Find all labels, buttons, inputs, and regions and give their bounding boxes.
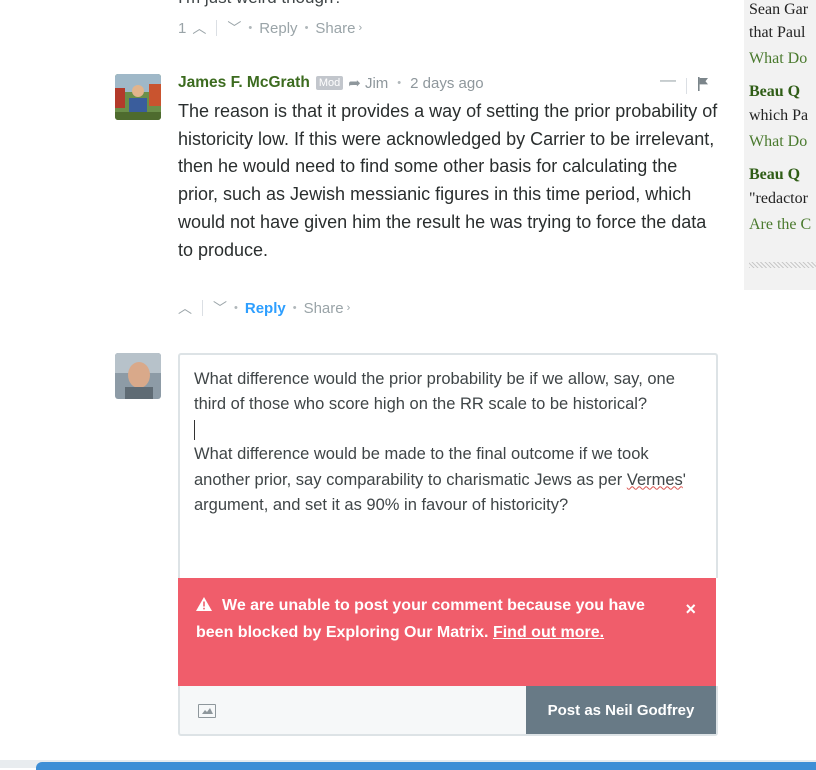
avatar-current-user [115,353,161,399]
sidebar-author[interactable]: Beau Q [749,166,800,184]
close-icon[interactable]: × [685,596,696,623]
avatar-james[interactable] [115,74,161,120]
find-out-more-link[interactable]: Find out more. [493,624,604,641]
sidebar-link[interactable]: What Do [749,133,807,151]
flag-icon[interactable] [697,77,709,91]
header-divider [686,78,687,94]
upvote-icon[interactable]: ︿ [178,298,192,318]
comment-header: James F. McGrath Mod ➦ Jim • 2 days ago [178,74,484,92]
share-arrow-icon: › [346,302,351,314]
text-cursor [194,420,195,441]
previous-comment-text: I'm just weird though? [178,0,343,8]
misspelled-word: Vermes [626,470,683,489]
reply-textarea[interactable]: What difference would the prior probabil… [178,353,718,578]
collapse-button[interactable]: — [660,72,676,90]
reply-arrow-icon: ➦ [348,75,361,92]
post-button[interactable]: Post as Neil Godfrey [526,686,716,734]
sidebar-recent-comments: Sean Gar that Paul What Do Beau Q which … [744,0,816,290]
sidebar-line: Sean Gar [749,1,809,18]
sidebar-line: which Pa [749,107,809,124]
share-link[interactable]: Share [315,20,355,37]
comment-actions: ︿ ﹀ • Reply • Share › [178,298,351,318]
sidebar-line: that Paul [749,24,806,41]
blocked-alert: We are unable to post your comment becau… [178,578,716,686]
comment-timestamp[interactable]: 2 days ago [410,75,483,92]
previous-comment-actions: 1 ︿ ﹀ • Reply • Share › [178,18,363,38]
downvote-icon[interactable]: ﹀ [213,298,227,318]
reply-link-active[interactable]: Reply [245,300,286,317]
vote-divider [202,300,203,316]
share-arrow-icon: › [358,22,363,34]
taskbar-edge [36,762,816,770]
reply-paragraph-1: What difference would the prior probabil… [194,370,675,414]
reply-paragraph-2: What difference would be made to the fin… [194,445,686,514]
sidebar-link[interactable]: What Do [749,50,807,68]
share-link[interactable]: Share [304,300,344,317]
warning-icon [196,592,212,619]
sidebar-link[interactable]: Are the C [749,216,811,234]
sidebar-author[interactable]: Beau Q [749,83,800,101]
upvote-count: 1 [178,19,187,37]
sidebar-line: "redactor [749,190,808,207]
window-bottom-edge [0,760,816,770]
comment-body: The reason is that it provides a way of … [178,101,718,260]
vote-divider [216,20,218,36]
sidebar-divider [749,262,816,268]
image-upload-icon[interactable] [198,704,216,718]
upvote-icon[interactable]: ︿ [192,18,206,38]
in-reply-to-name: Jim [364,75,389,92]
in-reply-to[interactable]: ➦ Jim [348,74,388,92]
comment-author[interactable]: James F. McGrath [178,74,310,92]
downvote-icon[interactable]: ﹀ [227,18,241,38]
reply-link[interactable]: Reply [259,20,297,37]
reply-toolbar: Post as Neil Godfrey [178,686,718,736]
mod-badge: Mod [315,76,344,90]
